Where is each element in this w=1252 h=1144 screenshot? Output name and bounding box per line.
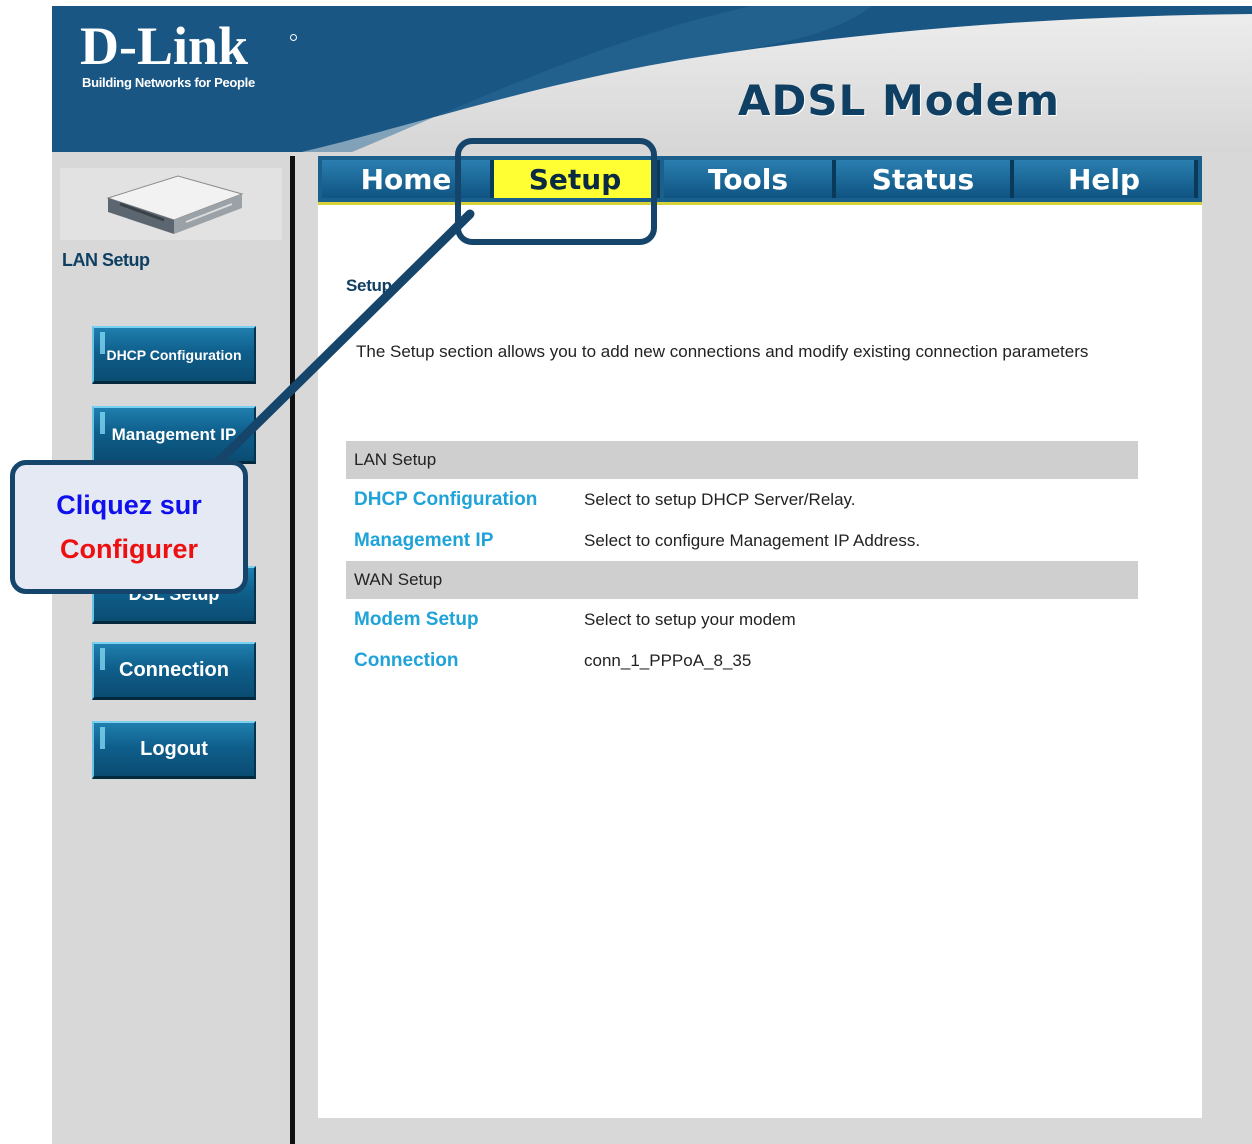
annotation-callout: Cliquez sur Configurer (10, 460, 248, 594)
callout-text-line2: Configurer (60, 534, 198, 564)
highlight-box (455, 138, 657, 245)
callout-text-line1: Cliquez sur (56, 490, 202, 520)
pointer-line (201, 209, 475, 479)
